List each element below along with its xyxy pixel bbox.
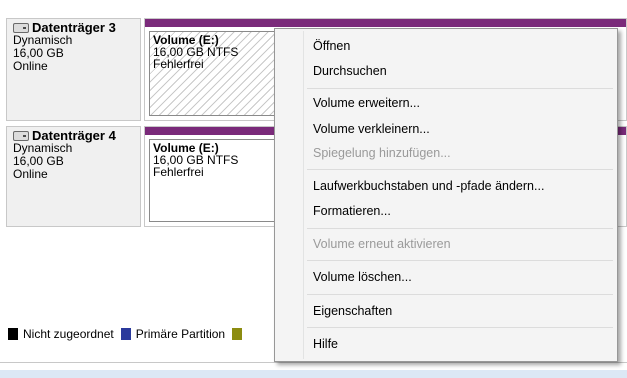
- legend-swatch: [120, 328, 131, 340]
- menu-item-reactivate-volume: Volume erneut aktivieren: [313, 237, 451, 251]
- legend: Nicht zugeordnet Primäre Partition: [8, 327, 254, 341]
- menu-separator: [307, 327, 613, 328]
- disk-status: Online: [13, 167, 48, 181]
- legend-item-primary: Primäre Partition: [120, 327, 226, 341]
- menu-item-help[interactable]: Hilfe: [313, 333, 609, 355]
- status-strip: [0, 370, 627, 378]
- disk-label-3[interactable]: Datenträger 3 Dynamisch 16,00 GB Online: [6, 18, 141, 121]
- legend-item-unallocated: Nicht zugeordnet: [8, 327, 114, 341]
- menu-item-extend-volume[interactable]: Volume erweitern...: [313, 92, 609, 114]
- disk-label-4[interactable]: Datenträger 4 Dynamisch 16,00 GB Online: [6, 126, 141, 227]
- menu-item-open[interactable]: Öffnen: [313, 35, 609, 57]
- menu-item-format[interactable]: Formatieren...: [313, 200, 609, 222]
- volume-color-bar: [145, 19, 626, 27]
- legend-label: Nicht zugeordnet: [23, 327, 114, 341]
- menu-item-shrink-volume[interactable]: Volume verkleinern...: [313, 118, 609, 140]
- menu-separator: [307, 169, 613, 170]
- menu-separator: [307, 260, 613, 261]
- volume-state: Fehlerfrei: [153, 57, 204, 71]
- volume-state: Fehlerfrei: [153, 165, 204, 179]
- divider: [0, 362, 627, 363]
- menu-item-change-drive-letter[interactable]: Laufwerkbuchstaben und -pfade ändern...: [313, 175, 609, 197]
- hard-disk-icon: [13, 22, 29, 33]
- menu-separator: [307, 294, 613, 295]
- menu-item-delete-volume[interactable]: Volume löschen...: [313, 266, 609, 288]
- volume-box-selected[interactable]: Volume (E:) 16,00 GB NTFS Fehlerfrei: [149, 31, 277, 116]
- hard-disk-icon: [13, 130, 29, 141]
- legend-label: Primäre Partition: [135, 327, 226, 341]
- menu-item-explore[interactable]: Durchsuchen: [313, 60, 609, 82]
- menu-item-properties[interactable]: Eigenschaften: [313, 300, 609, 322]
- volume-box[interactable]: Volume (E:) 16,00 GB NTFS Fehlerfrei: [149, 139, 277, 222]
- menu-separator: [307, 88, 613, 89]
- legend-swatch: [8, 328, 18, 340]
- legend-item-other: [232, 328, 247, 340]
- menu-separator: [307, 228, 613, 229]
- disk-status: Online: [13, 59, 48, 73]
- legend-swatch: [232, 328, 243, 340]
- menu-item-add-mirror: Spiegelung hinzufügen...: [313, 146, 451, 160]
- context-menu[interactable]: Öffnen Durchsuchen Volume erweitern... V…: [274, 28, 618, 362]
- menu-gutter: [303, 31, 304, 359]
